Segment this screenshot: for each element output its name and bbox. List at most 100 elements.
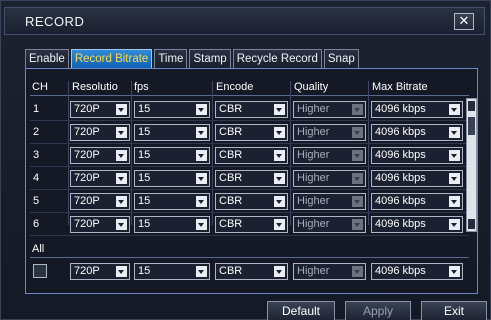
chevron-down-icon (449, 173, 460, 184)
chevron-down-icon (352, 150, 363, 161)
table-scrollbar[interactable] (466, 98, 477, 232)
chevron-down-icon (449, 266, 460, 277)
tab-enable[interactable]: Enable (25, 49, 69, 69)
quality-select[interactable]: Higher (293, 124, 366, 141)
max-bitrate-select[interactable]: 4096 kbps (371, 124, 463, 141)
scroll-up-arrow-icon[interactable] (468, 101, 475, 111)
chevron-down-icon (449, 196, 460, 207)
quality-select[interactable]: Higher (293, 170, 366, 187)
max-bitrate-select[interactable]: 4096 kbps (371, 216, 463, 233)
chevron-down-icon (274, 150, 285, 161)
all-resolution-select[interactable]: 720P (70, 263, 130, 280)
resolution-select[interactable]: 720P (70, 147, 130, 164)
quality-select[interactable]: Higher (293, 193, 366, 210)
chevron-down-icon (116, 173, 127, 184)
chevron-down-icon (274, 127, 285, 138)
column-header-max-bitrate: Max Bitrate (372, 81, 428, 93)
chevron-down-icon (352, 196, 363, 207)
chevron-down-icon (196, 196, 207, 207)
resolution-select[interactable]: 720P (70, 170, 130, 187)
tab-snap[interactable]: Snap (323, 49, 359, 69)
dialog-title: RECORD (25, 14, 85, 29)
header-divider (30, 95, 469, 96)
max-bitrate-select[interactable]: 4096 kbps (371, 193, 463, 210)
encode-select[interactable]: CBR (215, 147, 288, 164)
channel-number: 4 (33, 172, 40, 184)
tab-stamp[interactable]: Stamp (189, 49, 231, 69)
channel-number: 5 (33, 195, 40, 207)
resolution-select[interactable]: 720P (70, 216, 130, 233)
all-divider (30, 257, 469, 258)
record-dialog: RECORD ✕ Enable Record Bitrate Time Stam… (0, 0, 491, 320)
channel-number: 3 (33, 149, 40, 161)
resolution-select[interactable]: 720P (70, 193, 130, 210)
chevron-down-icon (274, 173, 285, 184)
quality-select[interactable]: Higher (293, 216, 366, 233)
chevron-down-icon (116, 104, 127, 115)
max-bitrate-select[interactable]: 4096 kbps (371, 147, 463, 164)
all-quality-select[interactable]: Higher (293, 263, 366, 280)
all-channels-row: 720P 15 CBR Higher 4096 kbps (26, 260, 479, 283)
row-divider (30, 235, 469, 236)
chevron-down-icon (196, 104, 207, 115)
encode-select[interactable]: CBR (215, 124, 288, 141)
chevron-down-icon (196, 219, 207, 230)
chevron-down-icon (116, 150, 127, 161)
encode-select[interactable]: CBR (215, 193, 288, 210)
default-button[interactable]: Default (267, 301, 335, 320)
tab-time[interactable]: Time (154, 49, 188, 69)
chevron-down-icon (449, 127, 460, 138)
chevron-down-icon (449, 150, 460, 161)
resolution-select[interactable]: 720P (70, 124, 130, 141)
chevron-down-icon (196, 127, 207, 138)
column-header-encode: Encode (216, 81, 254, 93)
tab-record-bitrate[interactable]: Record Bitrate (70, 49, 153, 69)
all-max-bitrate-select[interactable]: 4096 kbps (371, 263, 463, 280)
tab-bar: Enable Record Bitrate Time Stamp Recycle… (25, 49, 361, 69)
scroll-thumb[interactable] (468, 117, 475, 135)
max-bitrate-select[interactable]: 4096 kbps (371, 170, 463, 187)
max-bitrate-select[interactable]: 4096 kbps (371, 101, 463, 118)
fps-select[interactable]: 15 (134, 124, 210, 141)
chevron-down-icon (352, 173, 363, 184)
chevron-down-icon (116, 127, 127, 138)
quality-select[interactable]: Higher (293, 147, 366, 164)
all-checkbox[interactable] (33, 264, 47, 278)
close-button[interactable]: ✕ (454, 13, 474, 30)
table-row: 2 720P 15 CBR Higher 4096 kbps (26, 121, 479, 144)
chevron-down-icon (352, 104, 363, 115)
encode-select[interactable]: CBR (215, 216, 288, 233)
channel-number: 6 (33, 218, 40, 230)
chevron-down-icon (116, 266, 127, 277)
resolution-select[interactable]: 720P (70, 101, 130, 118)
apply-button[interactable]: Apply (345, 301, 411, 320)
chevron-down-icon (116, 196, 127, 207)
all-fps-select[interactable]: 15 (134, 263, 210, 280)
column-header-resolution: Resolutio (72, 81, 118, 93)
quality-select[interactable]: Higher (293, 101, 366, 118)
column-header-quality: Quality (294, 81, 329, 93)
fps-select[interactable]: 15 (134, 147, 210, 164)
encode-select[interactable]: CBR (215, 101, 288, 118)
tab-recycle-record[interactable]: Recycle Record (232, 49, 322, 69)
bitrate-panel: CH Resolutio fps Encode Quality Max Bitr… (25, 68, 478, 294)
fps-select[interactable]: 15 (134, 193, 210, 210)
channel-number: 1 (33, 103, 40, 115)
chevron-down-icon (352, 127, 363, 138)
fps-select[interactable]: 15 (134, 170, 210, 187)
chevron-down-icon (352, 266, 363, 277)
all-label: All (32, 243, 45, 255)
fps-select[interactable]: 15 (134, 101, 210, 118)
fps-select[interactable]: 15 (134, 216, 210, 233)
table-row: 5 720P 15 CBR Higher 4096 kbps (26, 190, 479, 213)
all-encode-select[interactable]: CBR (215, 263, 288, 280)
chevron-down-icon (449, 104, 460, 115)
chevron-down-icon (449, 219, 460, 230)
chevron-down-icon (274, 104, 285, 115)
chevron-down-icon (274, 196, 285, 207)
scroll-down-arrow-icon[interactable] (468, 219, 475, 229)
exit-button[interactable]: Exit (421, 301, 487, 320)
encode-select[interactable]: CBR (215, 170, 288, 187)
chevron-down-icon (196, 173, 207, 184)
chevron-down-icon (116, 219, 127, 230)
